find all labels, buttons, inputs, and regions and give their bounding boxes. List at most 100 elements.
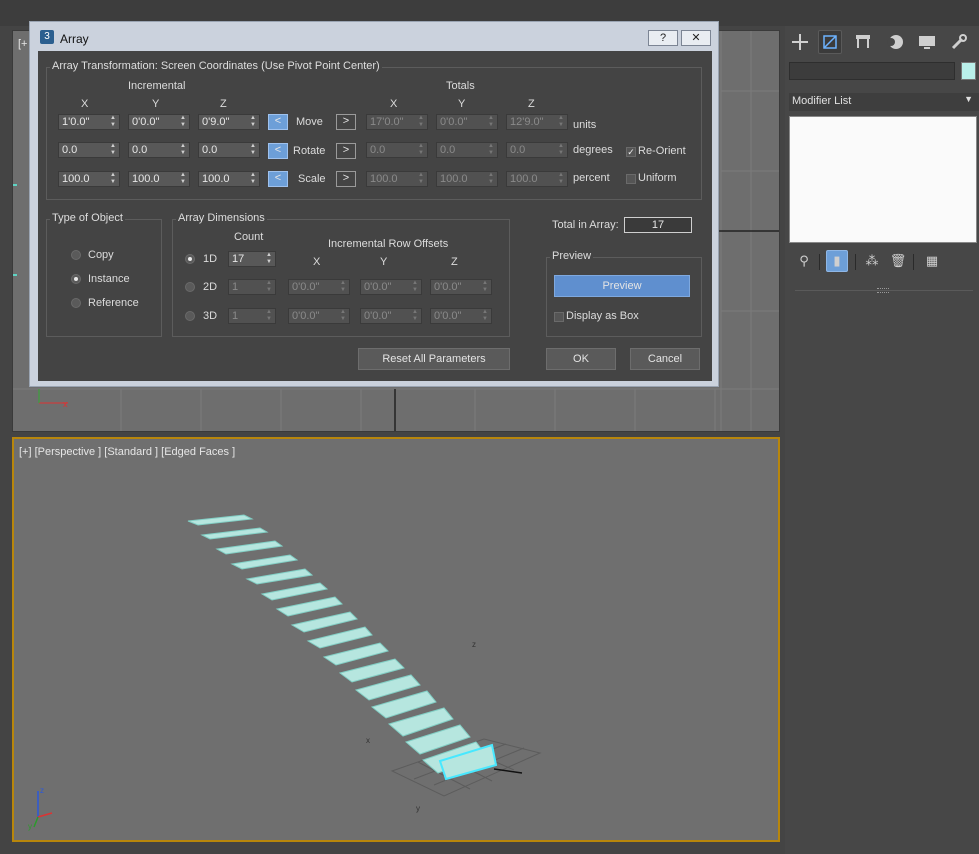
incremental-label: Incremental <box>128 80 186 92</box>
rotate-inc-y[interactable]: 0.0 ▲ ▼ <box>128 142 190 158</box>
array-dialog: 3 Array ? ✕ Array Transformation: Screen… <box>29 21 719 387</box>
offset-3d-z[interactable]: 0'0.0" ▲ ▼ <box>430 308 492 324</box>
row-offsets-label: Incremental Row Offsets <box>328 238 449 250</box>
motion-icon[interactable] <box>883 30 907 54</box>
modifier-list-label: Modifier List <box>792 95 852 107</box>
configure-sets-icon[interactable]: ▦ <box>921 250 943 272</box>
move-tot-y[interactable]: 0'0.0" ▲ ▼ <box>436 114 498 130</box>
create-icon[interactable] <box>788 30 812 54</box>
copy-radio[interactable] <box>71 250 81 260</box>
preview-group: Preview <box>546 250 702 337</box>
move-inc-y[interactable]: 0'0.0" ▲ ▼ <box>128 114 190 130</box>
dim-3d-label: 3D <box>203 310 218 322</box>
offset-x-label: X <box>313 256 321 268</box>
offset-3d-x[interactable]: 0'0.0" ▲ ▼ <box>288 308 350 324</box>
rotate-inc-x[interactable]: 0.0 ▲ ▼ <box>58 142 120 158</box>
show-end-result-icon[interactable]: ▮ <box>826 250 848 272</box>
display-icon[interactable] <box>915 30 939 54</box>
preview-button[interactable]: Preview <box>554 275 690 297</box>
inc-x-label: X <box>81 98 89 110</box>
dim-1d-label: 1D <box>203 253 218 265</box>
svg-text:y: y <box>416 804 420 813</box>
offset-y-label: Y <box>380 256 388 268</box>
help-button[interactable]: ? <box>648 30 678 46</box>
hierarchy-icon[interactable] <box>851 30 875 54</box>
scale-inc-y[interactable]: 100.0 ▲ ▼ <box>128 171 190 187</box>
re-orient-label: Re-Orient <box>638 145 686 157</box>
utilities-icon[interactable] <box>947 30 971 54</box>
drag-handle[interactable] <box>877 288 889 293</box>
svg-text:y: y <box>28 822 32 831</box>
uniform-label: Uniform <box>638 172 677 184</box>
scale-tot-x[interactable]: 100.0 ▲ ▼ <box>366 171 428 187</box>
scale-inc-x[interactable]: 100.0 ▲ ▼ <box>58 171 120 187</box>
svg-text:z: z <box>40 786 44 795</box>
inc-z-label: Z <box>220 98 227 110</box>
make-unique-icon[interactable]: ⁂ <box>861 250 883 272</box>
rotate-tot-x[interactable]: 0.0 ▲ ▼ <box>366 142 428 158</box>
scale-left-arrow-button[interactable]: < <box>268 171 288 187</box>
totals-label: Totals <box>446 80 475 92</box>
display-as-box-label: Display as Box <box>566 310 639 322</box>
remove-modifier-icon[interactable]: 🗑 <box>887 250 909 272</box>
perspective-viewport[interactable]: [+] [Perspective ] [Standard ] [Edged Fa… <box>12 437 780 842</box>
dialog-title: Array <box>60 32 89 46</box>
scale-tot-z[interactable]: 100.0 ▲ ▼ <box>506 171 568 187</box>
cancel-button[interactable]: Cancel <box>630 348 700 370</box>
rotate-tot-z[interactable]: 0.0 ▲ ▼ <box>506 142 568 158</box>
rotate-right-arrow-button[interactable]: > <box>336 143 356 159</box>
dim-3d-radio[interactable] <box>185 311 195 321</box>
move-left-arrow-button[interactable]: < <box>268 114 288 130</box>
display-as-box-checkbox[interactable] <box>554 312 564 322</box>
reset-all-parameters-button[interactable]: Reset All Parameters <box>358 348 510 370</box>
object-color-swatch[interactable] <box>961 62 976 80</box>
count-1d[interactable]: 17 ▲ ▼ <box>228 251 276 267</box>
scale-tot-y[interactable]: 100.0 ▲ ▼ <box>436 171 498 187</box>
rotate-inc-z[interactable]: 0.0 ▲ ▼ <box>198 142 260 158</box>
tot-x-label: X <box>390 98 398 110</box>
copy-label: Copy <box>88 249 114 261</box>
percent-label: percent <box>573 172 610 184</box>
ok-button[interactable]: OK <box>546 348 616 370</box>
total-in-array-label: Total in Array: <box>552 219 619 231</box>
chevron-down-icon: ▼ <box>964 94 973 104</box>
scale-right-arrow-button[interactable]: > <box>336 171 356 187</box>
uniform-checkbox[interactable] <box>626 174 636 184</box>
modifier-list-dropdown[interactable]: Modifier List ▼ <box>789 93 979 111</box>
dim-2d-radio[interactable] <box>185 282 195 292</box>
rotate-tot-y[interactable]: 0.0 ▲ ▼ <box>436 142 498 158</box>
offset-2d-z[interactable]: 0'0.0" ▲ ▼ <box>430 279 492 295</box>
scale-inc-z[interactable]: 100.0 ▲ ▼ <box>198 171 260 187</box>
move-right-arrow-button[interactable]: > <box>336 114 356 130</box>
svg-text:z: z <box>472 640 476 649</box>
staircase-planes: z x y z y <box>28 514 542 831</box>
re-orient-checkbox[interactable]: ✓ <box>626 147 636 157</box>
dim-2d-label: 2D <box>203 281 218 293</box>
move-label: Move <box>296 116 323 128</box>
reference-radio[interactable] <box>71 298 81 308</box>
stack-toolbar: ⚲ ▮ ⁂ 🗑 ▦ <box>793 250 973 272</box>
move-tot-z[interactable]: 12'9.0" ▲ ▼ <box>506 114 568 130</box>
instance-radio[interactable] <box>71 274 81 284</box>
offset-z-label: Z <box>451 256 458 268</box>
dim-1d-radio[interactable] <box>185 254 195 264</box>
offset-2d-x[interactable]: 0'0.0" ▲ ▼ <box>288 279 350 295</box>
pin-stack-icon[interactable]: ⚲ <box>793 250 815 272</box>
move-inc-x[interactable]: 1'0.0" ▲ ▼ <box>58 114 120 130</box>
close-button[interactable]: ✕ <box>681 30 711 46</box>
object-name-field[interactable] <box>789 62 955 80</box>
offset-2d-y[interactable]: 0'0.0" ▲ ▼ <box>360 279 422 295</box>
reference-label: Reference <box>88 297 139 309</box>
rotate-left-arrow-button[interactable]: < <box>268 143 288 159</box>
count-2d[interactable]: 1 ▲ ▼ <box>228 279 276 295</box>
rotate-label: Rotate <box>293 145 326 157</box>
scale-label: Scale <box>298 173 326 185</box>
units-label: units <box>573 119 597 131</box>
modify-icon[interactable] <box>818 30 842 54</box>
modifier-stack[interactable] <box>789 116 977 243</box>
dialog-body: Array Transformation: Screen Coordinates… <box>38 51 712 381</box>
offset-3d-y[interactable]: 0'0.0" ▲ ▼ <box>360 308 422 324</box>
count-3d[interactable]: 1 ▲ ▼ <box>228 308 276 324</box>
move-inc-z[interactable]: 0'9.0" ▲ ▼ <box>198 114 260 130</box>
move-tot-x[interactable]: 17'0.0" ▲ ▼ <box>366 114 428 130</box>
